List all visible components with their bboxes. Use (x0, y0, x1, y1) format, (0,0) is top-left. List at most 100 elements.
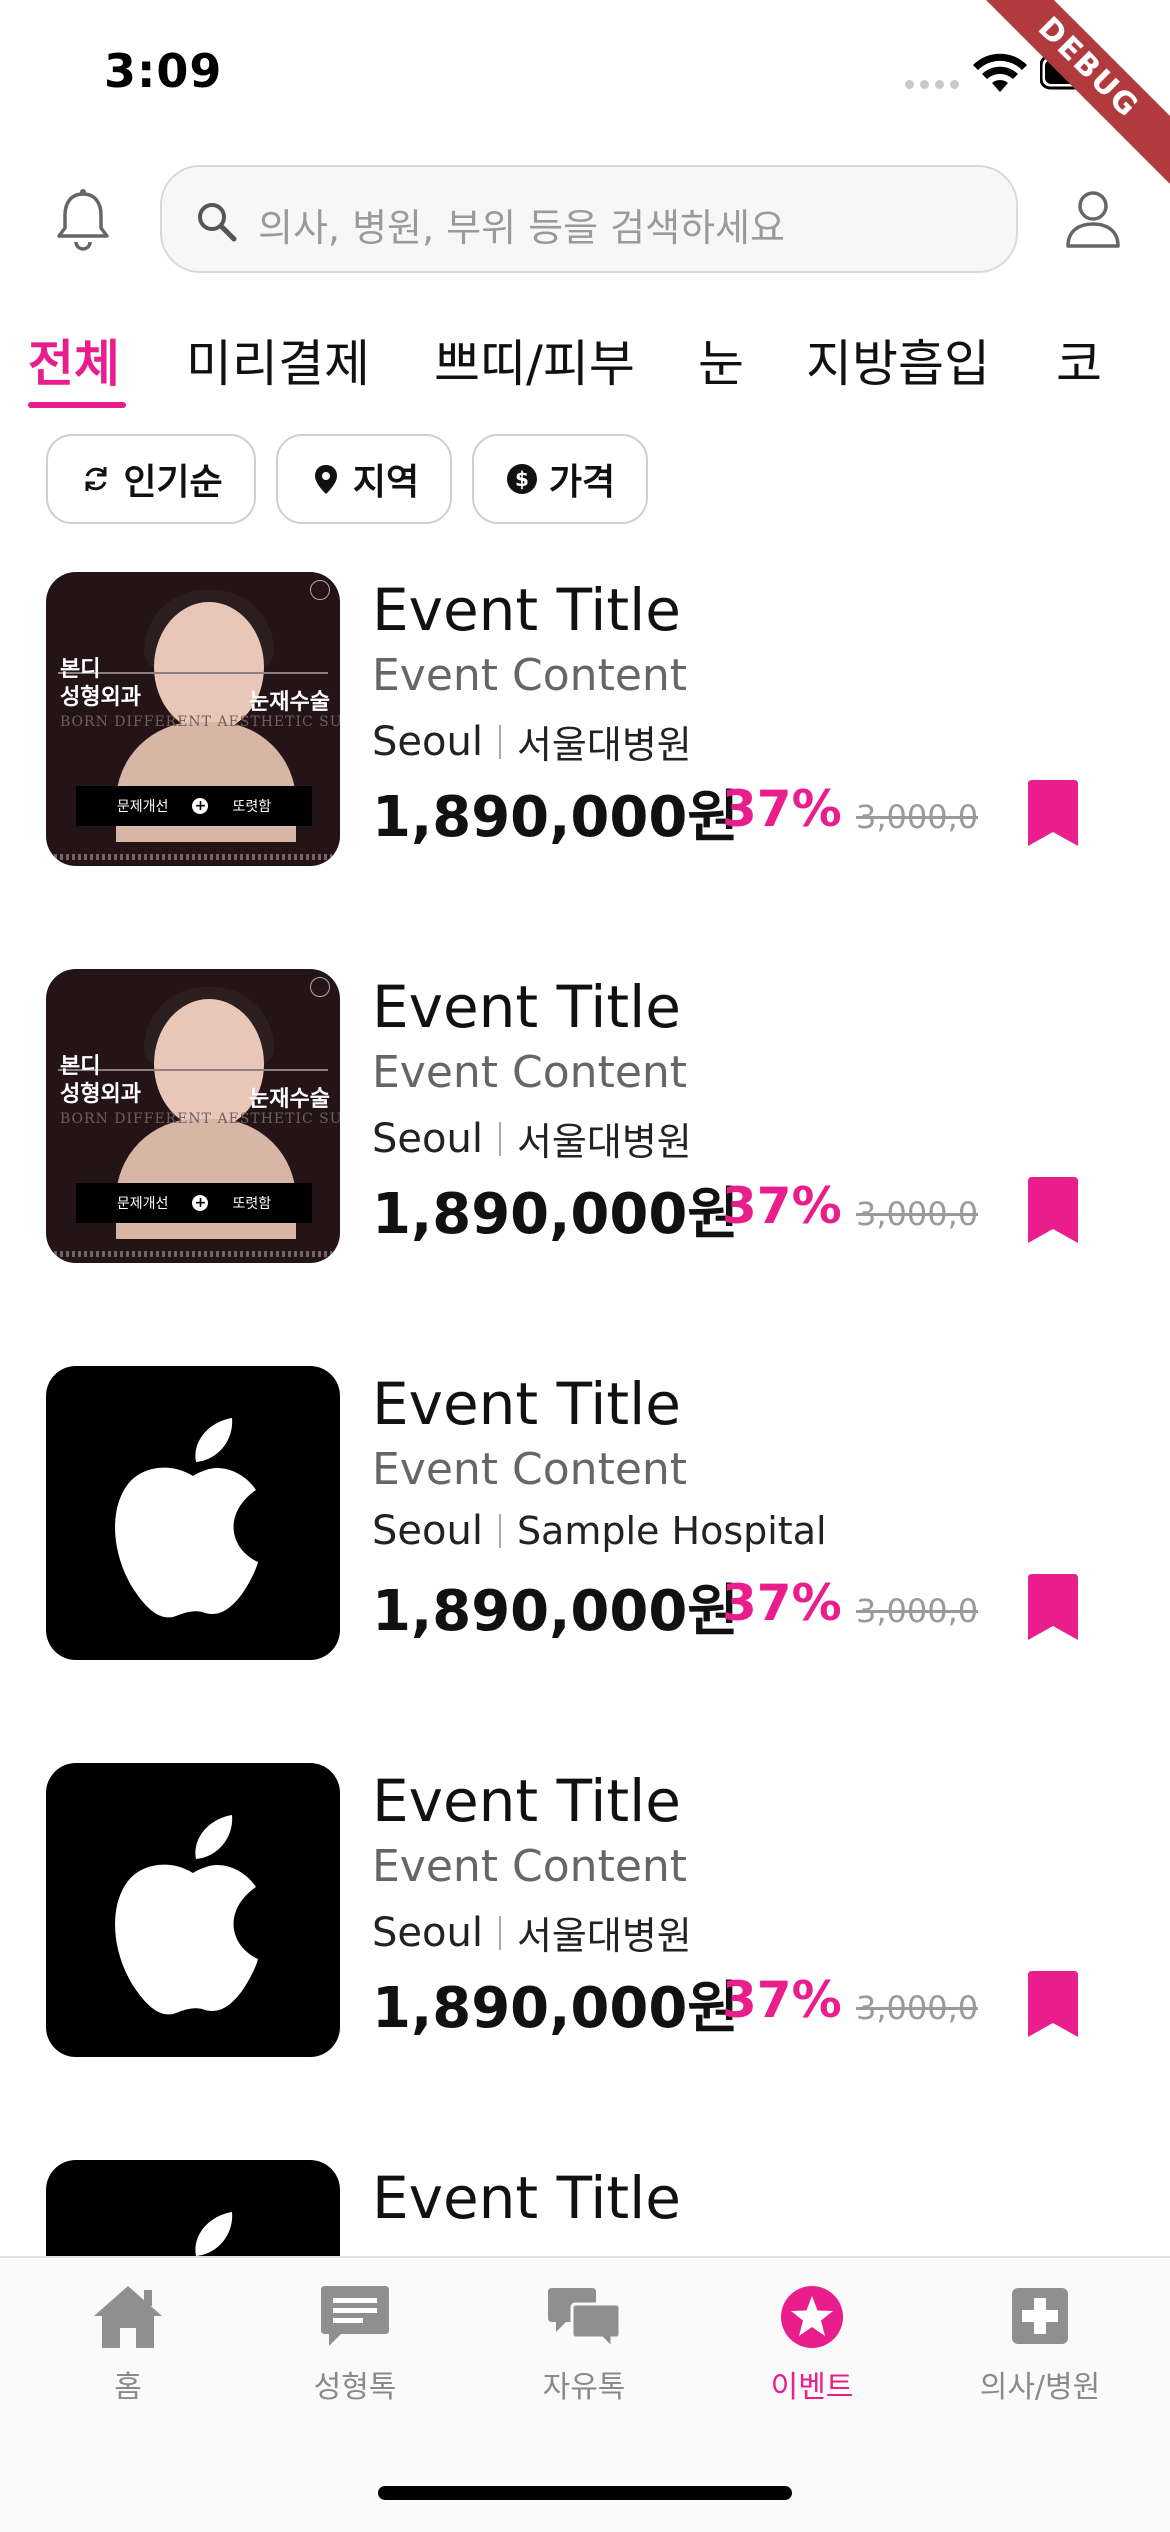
event-list-screen: 3:09 DEBUG 의사, 병원, 부위 등을 검색하세요 전체 미리결제 쁘… (0, 0, 1170, 2532)
promo-procedure: 눈재수술 (249, 690, 330, 715)
nav-event[interactable]: 이벤트 (712, 2282, 912, 2406)
event-discount: 37% (722, 1177, 842, 1235)
event-discount: 37% (722, 1574, 842, 1632)
event-title: Event Title (372, 1767, 681, 1835)
event-price: 1,890,000원 (372, 785, 739, 850)
promo-tagline: BORN DIFFERENT AESTHETIC SURGERY (60, 1111, 340, 1127)
filter-region-label: 지역 (352, 462, 420, 503)
star-icon (781, 2286, 843, 2348)
plus-icon: + (192, 1195, 209, 1211)
promo-button-right: 또렷함 (232, 1196, 272, 1212)
event-item[interactable]: 본디 성형외과 눈재수술 BORN DIFFERENT AESTHETIC SU… (46, 572, 1136, 872)
event-price: 1,890,000원 (372, 1976, 739, 2041)
refresh-icon (85, 467, 107, 491)
promo-clinic-name: 본디 성형외과 (60, 1054, 141, 1107)
event-location: Seoul 서울대병원 (372, 1905, 692, 1960)
event-price: 1,890,000원 (372, 1579, 739, 1644)
filter-popular-label: 인기순 (123, 462, 223, 503)
nav-home-label: 홈 (114, 2370, 142, 2405)
active-tab-indicator (28, 402, 126, 408)
event-original-price: 3,000,000원 (856, 1592, 978, 1630)
svg-text:$: $ (515, 467, 529, 491)
promo-model-face (154, 602, 264, 732)
event-original-price: 3,000,000원 (856, 1989, 978, 2027)
event-location: Seoul 서울대병원 (372, 714, 692, 769)
event-thumbnail: 본디 성형외과 눈재수술 BORN DIFFERENT AESTHETIC SU… (46, 572, 340, 866)
event-region: Seoul (372, 1508, 483, 1554)
wifi-icon (973, 53, 1027, 92)
event-discount: 37% (722, 780, 842, 838)
filter-region-button[interactable]: 지역 (276, 434, 452, 524)
event-hospital: 서울대병원 (516, 1914, 692, 1958)
event-content: Event Content (372, 1047, 688, 1098)
status-bar: 3:09 (0, 0, 1170, 150)
event-item[interactable]: Event Title Event Content Seoul 서울대병원 1,… (46, 1763, 1136, 2063)
home-icon (94, 2286, 162, 2348)
event-content: Event Content (372, 650, 688, 701)
event-original-price: 3,000,000원 (856, 1195, 978, 1233)
tab-eye[interactable]: 눈 (698, 324, 744, 396)
event-title: Event Title (372, 1370, 681, 1438)
nav-doctor-hospital[interactable]: 의사/병원 (940, 2282, 1140, 2406)
apple-logo-icon (115, 1815, 258, 2015)
nav-event-label: 이벤트 (770, 2370, 854, 2405)
filter-popular-button[interactable]: 인기순 (46, 434, 256, 524)
event-discount: 37% (722, 1971, 842, 2029)
promo-fine-print (54, 1251, 332, 1257)
event-hospital: 서울대병원 (516, 723, 692, 767)
event-original-price: 3,000,000원 (856, 798, 978, 836)
location-pin-icon (314, 465, 337, 494)
tab-all[interactable]: 전체 (28, 324, 120, 396)
tab-petit-skin[interactable]: 쁘띠/피부 (434, 324, 635, 396)
event-item[interactable]: 본디 성형외과 눈재수술 BORN DIFFERENT AESTHETIC SU… (46, 969, 1136, 1269)
event-region: Seoul (372, 718, 483, 765)
event-item[interactable]: Event Title Event Content Seoul Sample H… (46, 1366, 1136, 1666)
promo-clinic-name: 본디 성형외과 (60, 657, 141, 710)
location-separator (498, 1915, 501, 1950)
search-placeholder: 의사, 병원, 부위 등을 검색하세요 (258, 206, 785, 250)
bookmark-icon[interactable] (1026, 1971, 1080, 2037)
bookmark-icon[interactable] (1026, 1574, 1080, 1640)
clinic-logo-icon (310, 580, 330, 600)
signal-dots-icon (905, 80, 959, 89)
tab-liposuction[interactable]: 지방흡입 (806, 324, 990, 396)
home-indicator[interactable] (378, 2486, 792, 2500)
event-price: 1,890,000원 (372, 1182, 739, 1247)
nav-home[interactable]: 홈 (28, 2282, 228, 2406)
event-location: Seoul Sample Hospital (372, 1508, 827, 1554)
bell-icon[interactable] (50, 188, 116, 254)
search-icon (198, 203, 237, 242)
nav-free-talk[interactable]: 자유톡 (484, 2282, 684, 2406)
category-tabs: 전체 미리결제 쁘띠/피부 눈 지방흡입 코 (28, 318, 1170, 418)
profile-icon[interactable] (1060, 186, 1126, 252)
plus-icon: + (192, 798, 209, 814)
promo-model-face (154, 999, 264, 1129)
bookmark-icon[interactable] (1026, 1177, 1080, 1243)
chat-bubbles-icon (548, 2288, 622, 2352)
event-region: Seoul (372, 1115, 483, 1162)
search-input[interactable]: 의사, 병원, 부위 등을 검색하세요 (160, 165, 1018, 273)
filter-price-button[interactable]: $ 가격 (472, 434, 648, 524)
location-separator (498, 1514, 501, 1548)
chat-bubble-icon (321, 2286, 389, 2346)
promo-fine-print (54, 854, 332, 860)
tab-nose[interactable]: 코 (1056, 324, 1102, 396)
nav-doctor-hospital-label: 의사/병원 (979, 2370, 1101, 2405)
promo-tagline: BORN DIFFERENT AESTHETIC SURGERY (60, 714, 340, 730)
promo-procedure: 눈재수술 (249, 1087, 330, 1112)
event-thumbnail (46, 1763, 340, 2057)
bookmark-icon[interactable] (1026, 780, 1080, 846)
event-location: Seoul 서울대병원 (372, 1111, 692, 1166)
promo-button-left: 문제개선 (116, 1196, 169, 1212)
nav-surgery-talk[interactable]: 성형톡 (255, 2282, 455, 2406)
nav-surgery-talk-label: 성형톡 (313, 2370, 397, 2405)
hospital-cross-icon (1012, 2288, 1068, 2344)
promo-button-right: 또렷함 (232, 799, 272, 815)
event-hospital: 서울대병원 (516, 1120, 692, 1164)
event-thumbnail: 본디 성형외과 눈재수술 BORN DIFFERENT AESTHETIC SU… (46, 969, 340, 1263)
tab-prepay[interactable]: 미리결제 (186, 324, 370, 396)
promo-button-left: 문제개선 (116, 799, 169, 815)
status-time: 3:09 (104, 44, 223, 98)
event-hospital: Sample Hospital (516, 1509, 827, 1553)
dollar-icon: $ (506, 464, 537, 494)
